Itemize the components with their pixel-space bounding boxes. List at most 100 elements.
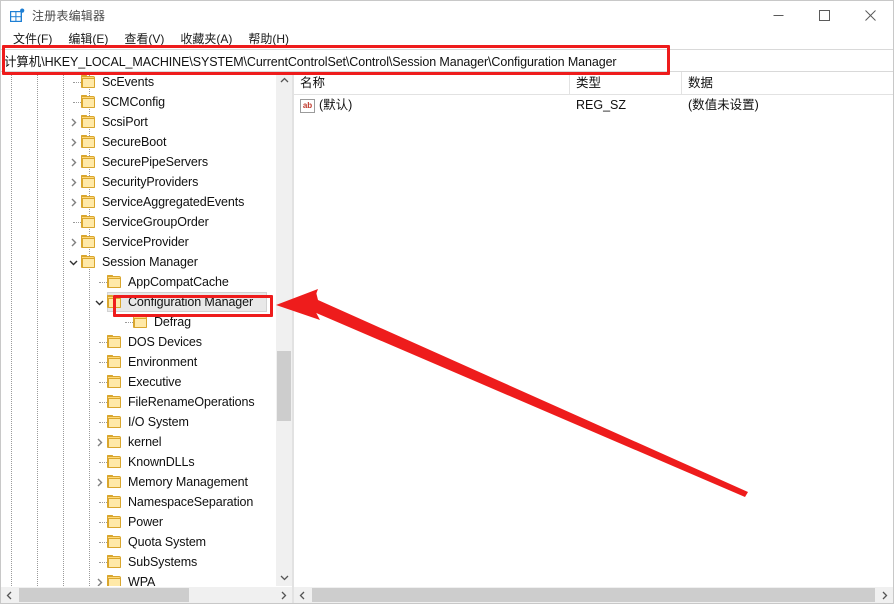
tree-node[interactable]: Power <box>1 512 275 532</box>
tree-hscroll-right-icon[interactable] <box>275 587 292 603</box>
tree-hscroll-thumb[interactable] <box>19 588 189 602</box>
tree-vertical-scrollbar[interactable] <box>275 72 292 586</box>
tree-node[interactable]: SCMConfig <box>1 92 275 112</box>
values-hscroll-right-icon[interactable] <box>876 587 893 603</box>
address-path[interactable]: 计算机\HKEY_LOCAL_MACHINE\SYSTEM\CurrentCon… <box>4 51 617 70</box>
tree-connector-line <box>99 502 107 503</box>
title-bar: 注册表编辑器 <box>1 1 893 30</box>
column-header-type[interactable]: 类型 <box>570 72 682 94</box>
tree-node-label: Executive <box>128 375 182 389</box>
tree-node-label: Power <box>128 515 163 529</box>
tree-node[interactable]: I/O System <box>1 412 275 432</box>
tree-node[interactable]: AppCompatCache <box>1 272 275 292</box>
tree-node[interactable]: ServiceGroupOrder <box>1 212 275 232</box>
tree-node-label: SecurePipeServers <box>102 155 208 169</box>
tree-node-label: Memory Management <box>128 475 248 489</box>
chevron-right-icon[interactable] <box>91 472 107 492</box>
tree-node[interactable]: SubSystems <box>1 552 275 572</box>
folder-icon <box>81 95 97 109</box>
tree-node[interactable]: NamespaceSeparation <box>1 492 275 512</box>
registry-editor-icon <box>9 8 25 24</box>
tree-node[interactable]: Memory Management <box>1 472 275 492</box>
folder-icon <box>107 275 123 289</box>
column-header-name[interactable]: 名称 <box>294 72 570 94</box>
tree-node-label: Environment <box>128 355 198 369</box>
tree-view[interactable]: ScEvents SCMConfig ScsiPort SecureBoot Secur… <box>1 72 275 586</box>
folder-icon <box>81 215 97 229</box>
tree-connector-line <box>99 422 107 423</box>
tree-node-label: ServiceProvider <box>102 235 189 249</box>
tree-node[interactable]: SecurityProviders <box>1 172 275 192</box>
tree-node[interactable]: Quota System <box>1 532 275 552</box>
maximize-button[interactable] <box>801 1 847 30</box>
address-bar[interactable]: 计算机\HKEY_LOCAL_MACHINE\SYSTEM\CurrentCon… <box>1 49 893 72</box>
tree-connector-line <box>73 82 81 83</box>
chevron-right-icon[interactable] <box>65 132 81 152</box>
folder-icon <box>81 75 97 89</box>
window-title: 注册表编辑器 <box>32 9 106 23</box>
tree-node[interactable]: ServiceProvider <box>1 232 275 252</box>
tree-node-label: ScEvents <box>102 75 155 89</box>
menu-help[interactable]: 帮助(H) <box>240 30 297 49</box>
menu-view[interactable]: 查看(V) <box>116 30 172 49</box>
tree-node[interactable]: SecurePipeServers <box>1 152 275 172</box>
menu-favorites[interactable]: 收藏夹(A) <box>172 30 240 49</box>
tree-horizontal-scrollbar[interactable] <box>1 586 292 603</box>
close-button[interactable] <box>847 1 893 30</box>
value-row[interactable]: ab (默认) REG_SZ (数值未设置) <box>294 95 893 116</box>
folder-icon <box>81 155 97 169</box>
tree-node[interactable]: DOS Devices <box>1 332 275 352</box>
chevron-right-icon[interactable] <box>65 152 81 172</box>
folder-icon <box>107 555 123 569</box>
tree-node[interactable]: Session Manager <box>1 252 275 272</box>
chevron-right-icon[interactable] <box>65 172 81 192</box>
tree-node[interactable]: kernel <box>1 432 275 452</box>
main-content: ScEvents SCMConfig ScsiPort SecureBoot Secur… <box>1 72 893 603</box>
tree-node-label: AppCompatCache <box>128 275 229 289</box>
chevron-right-icon[interactable] <box>65 192 81 212</box>
folder-icon <box>133 315 149 329</box>
tree-scroll-thumb[interactable] <box>277 351 291 421</box>
column-header-data[interactable]: 数据 <box>682 72 882 94</box>
tree-node[interactable]: ScEvents <box>1 72 275 92</box>
values-hscroll-left-icon[interactable] <box>294 587 311 603</box>
tree-hscroll-left-icon[interactable] <box>1 587 18 603</box>
chevron-down-icon[interactable] <box>65 252 81 272</box>
folder-icon <box>107 455 123 469</box>
tree-node-label: Quota System <box>128 535 206 549</box>
tree-node-label: DOS Devices <box>128 335 202 349</box>
folder-icon <box>107 435 123 449</box>
tree-node-label: ScsiPort <box>102 115 148 129</box>
tree-node[interactable]: KnownDLLs <box>1 452 275 472</box>
values-list[interactable]: 名称 类型 数据 ab (默认) REG_SZ (数值未设置) <box>294 72 893 586</box>
tree-node[interactable]: FileRenameOperations <box>1 392 275 412</box>
tree-node[interactable]: ScsiPort <box>1 112 275 132</box>
values-hscroll-thumb[interactable] <box>312 588 875 602</box>
tree-node[interactable]: WPA <box>1 572 275 586</box>
menu-edit[interactable]: 编辑(E) <box>60 30 116 49</box>
folder-icon <box>81 135 97 149</box>
tree-node[interactable]: Defrag <box>1 312 275 332</box>
values-horizontal-scrollbar[interactable] <box>294 586 893 603</box>
chevron-right-icon[interactable] <box>91 572 107 586</box>
value-type-cell: REG_SZ <box>576 98 627 112</box>
tree-node-label: WPA <box>128 575 156 586</box>
tree-scroll-up-icon[interactable] <box>276 72 292 89</box>
chevron-right-icon[interactable] <box>91 432 107 452</box>
tree-node[interactable]: Executive <box>1 372 275 392</box>
chevron-right-icon[interactable] <box>65 232 81 252</box>
tree-node[interactable]: SecureBoot <box>1 132 275 152</box>
tree-scroll-area: ScEvents SCMConfig ScsiPort SecureBoot Secur… <box>1 72 292 586</box>
menu-bar: 文件(F) 编辑(E) 查看(V) 收藏夹(A) 帮助(H) <box>1 30 893 49</box>
tree-scroll-down-icon[interactable] <box>276 569 292 586</box>
chevron-right-icon[interactable] <box>65 112 81 132</box>
tree-node[interactable]: ServiceAggregatedEvents <box>1 192 275 212</box>
minimize-button[interactable] <box>755 1 801 30</box>
tree-connector-line <box>99 362 107 363</box>
tree-node-selected[interactable]: Configuration Manager <box>1 292 275 312</box>
chevron-down-icon[interactable] <box>91 292 107 312</box>
tree-node[interactable]: Environment <box>1 352 275 372</box>
value-row-list: ab (默认) REG_SZ (数值未设置) <box>294 95 893 116</box>
menu-file[interactable]: 文件(F) <box>5 30 60 49</box>
tree-connector-line <box>99 402 107 403</box>
